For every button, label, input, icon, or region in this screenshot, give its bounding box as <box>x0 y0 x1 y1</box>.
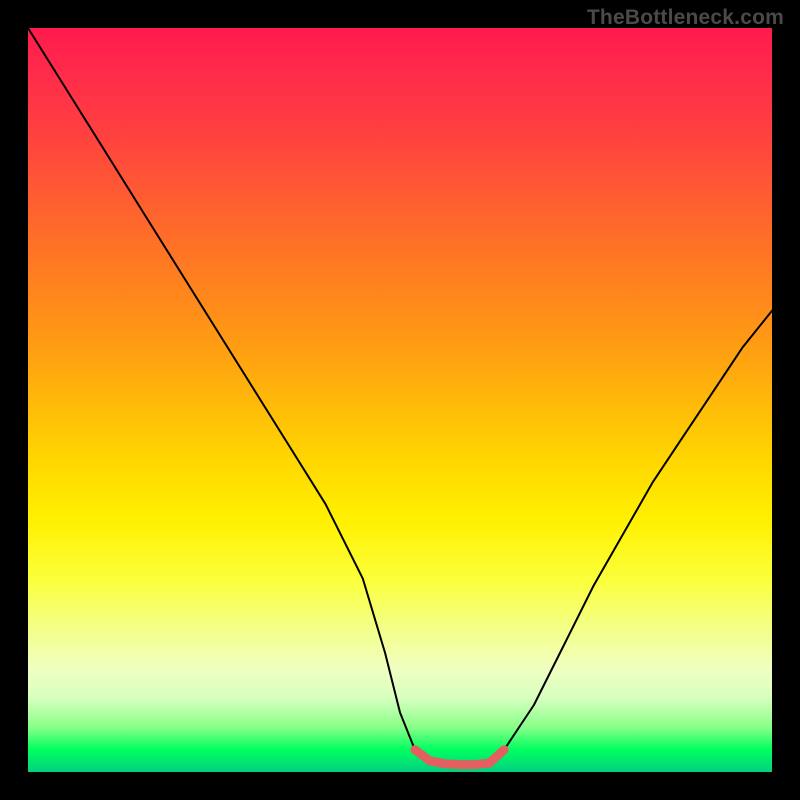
plot-area <box>28 28 772 772</box>
chart-frame: TheBottleneck.com <box>0 0 800 800</box>
watermark-text: TheBottleneck.com <box>587 6 784 30</box>
optimal-band-path <box>415 750 504 765</box>
curve-overlay <box>28 28 772 772</box>
bottleneck-curve-path <box>28 28 772 765</box>
